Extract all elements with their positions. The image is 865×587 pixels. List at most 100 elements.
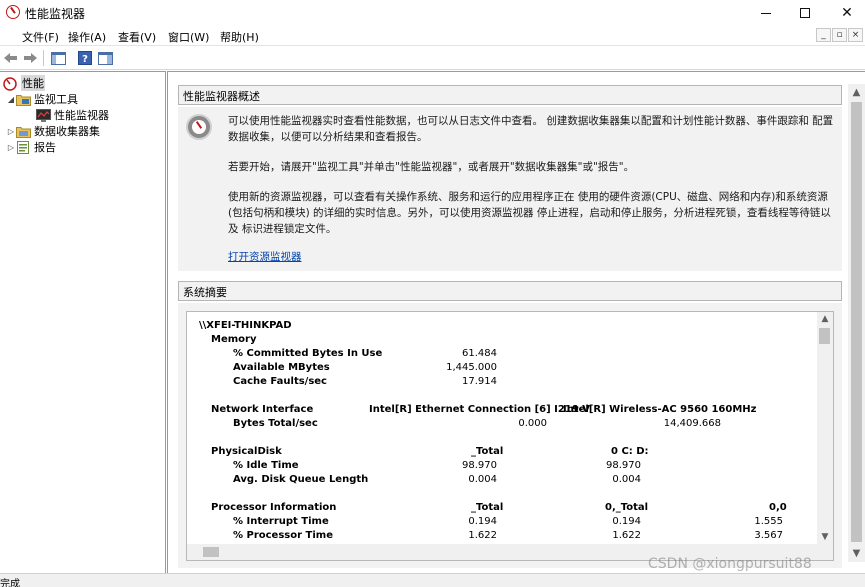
column-header: _Total [471,446,504,457]
minimize-icon [761,12,771,14]
column-header: Intel[R] Wireless-AC 9560 160MHz [563,404,757,415]
counter-value: 3.567 [754,530,783,541]
content-pane: 性能监视器概述 可以使用性能监视器实时查看性能数据，也可以从日志文件中查看。 创… [167,71,865,573]
menu-view[interactable]: 查看(V) [118,29,156,45]
overview-paragraph-3: 使用新的资源监视器，可以查看有关操作系统、服务和运行的应用程序正在 使用的硬件资… [228,191,831,235]
scroll-up-icon[interactable]: ▲ [817,312,833,326]
performance-monitor-app-icon [6,5,20,19]
counter-value: 0.004 [612,474,641,485]
close-icon: ✕ [841,5,853,21]
action-pane-icon [98,51,113,65]
console-tree-icon [51,51,66,65]
help-button[interactable]: ? [76,50,93,66]
summary-vertical-scrollbar[interactable]: ▲ ▼ [817,312,833,560]
performance-monitor-large-icon [186,114,212,140]
counter-value: 14,409.668 [663,418,721,429]
menu-help[interactable]: 帮助(H) [220,29,259,45]
performance-icon [3,76,18,91]
tree-item-monitoring-tools[interactable]: ◢ 监视工具 [6,91,78,107]
overview-panel: 可以使用性能监视器实时查看性能数据，也可以从日志文件中查看。 创建数据收集器集以… [178,107,842,271]
back-button[interactable] [2,50,19,66]
tree-label: 报告 [34,141,56,154]
scroll-up-icon[interactable]: ▲ [848,84,865,101]
mdi-restore-button[interactable]: ▫ [832,28,847,42]
mdi-controls: _ ▫ × [816,28,863,42]
minimize-button[interactable] [745,0,787,26]
counter-value: 1.622 [612,530,641,541]
tree-item-performance-monitor[interactable]: 性能监视器 [36,107,109,123]
show-action-pane-button[interactable] [97,50,114,66]
menu-action[interactable]: 操作(A) [68,29,106,45]
performance-monitor-icon [36,108,51,122]
memory-label: Memory [211,334,257,345]
menu-file[interactable]: 文件(F) [22,29,59,45]
scroll-thumb[interactable] [819,328,830,344]
column-header: 0,_Total [605,502,649,513]
window-title: 性能监视器 [25,7,86,21]
counter-value: 98.970 [606,460,641,471]
counter-value: 0.000 [518,418,547,429]
data-collector-icon [16,125,31,138]
summary-content: \\XFEI-THINKPAD Memory % Committed Bytes… [186,311,834,561]
tree-item-reports[interactable]: ▷ 报告 [6,139,56,155]
report-icon [16,140,31,154]
counter-value: 1.622 [468,530,497,541]
forward-button[interactable] [22,50,39,66]
machine-name: \\XFEI-THINKPAD [199,320,292,331]
mdi-close-button[interactable]: × [848,28,863,42]
open-resource-monitor-link[interactable]: 打开资源监视器 [228,249,302,264]
counter-name: % Committed Bytes In Use [233,348,383,359]
maximize-button[interactable] [784,0,826,26]
counter-name: % Processor Time [233,530,333,541]
counter-value: 61.484 [462,348,497,359]
counter-value: 0.194 [468,516,497,527]
tree-item-performance[interactable]: 性能 [3,75,45,91]
counter-value: 0.194 [612,516,641,527]
processor-label: Processor Information [211,502,337,513]
counter-value: 0.004 [468,474,497,485]
expanded-chevron-icon[interactable]: ◢ [6,95,16,104]
watermark: CSDN @xiongpursuit88 [648,556,812,572]
column-header: 0,0 [769,502,787,513]
show-hide-console-tree-button[interactable] [50,50,67,66]
overview-paragraph-2: 若要开始，请展开"监视工具"并单击"性能监视器"，或者展开"数据收集器集"或"报… [228,161,635,173]
counter-name: Available MBytes [233,362,330,373]
column-header: Intel[R] Ethernet Connection [6] I219-V [369,404,590,415]
overview-paragraph-1: 可以使用性能监视器实时查看性能数据，也可以从日志文件中查看。 创建数据收集器集以… [228,115,834,143]
status-bar: 完成 [0,573,865,587]
tree-label: 数据收集器集 [34,125,100,138]
counter-name: Bytes Total/sec [233,418,318,429]
counter-name: % Idle Time [233,460,299,471]
scroll-thumb[interactable] [851,102,862,542]
menu-window[interactable]: 窗口(W) [168,29,209,45]
content-vertical-scrollbar[interactable]: ▲ ▼ [848,84,865,562]
physicaldisk-label: PhysicalDisk [211,446,282,457]
tree-label: 性能 [21,75,45,91]
summary-panel: \\XFEI-THINKPAD Memory % Committed Bytes… [178,303,842,568]
mdi-minimize-button[interactable]: _ [816,28,831,42]
column-header: _Total [471,502,504,513]
counter-name: % Interrupt Time [233,516,329,527]
counter-name: Cache Faults/sec [233,376,327,387]
collapsed-chevron-icon[interactable]: ▷ [6,127,16,136]
collapsed-chevron-icon[interactable]: ▷ [6,143,16,152]
tree-label: 监视工具 [34,93,78,106]
back-arrow-icon [4,53,17,63]
scroll-thumb[interactable] [203,547,219,557]
console-tree: 性能 ◢ 监视工具 性能监视器 ▷ 数据收集器集 ▷ 报告 [0,71,166,573]
counter-value: 98.970 [462,460,497,471]
tree-item-data-collector-sets[interactable]: ▷ 数据收集器集 [6,123,100,139]
status-text: 完成 [0,579,20,587]
counter-value: 17.914 [462,376,497,387]
scroll-down-icon[interactable]: ▼ [848,545,865,562]
toolbar-separator [43,50,44,66]
network-label: Network Interface [211,404,314,415]
menu-bar: 文件(F) 操作(A) 查看(V) 窗口(W) 帮助(H) _ ▫ × [0,26,865,46]
column-header: 0 C: D: [611,446,649,457]
counter-value: 1.555 [754,516,783,527]
svg-text:?: ? [82,54,88,65]
scroll-down-icon[interactable]: ▼ [817,530,833,544]
folder-monitor-icon [16,93,31,106]
tree-label: 性能监视器 [54,109,109,122]
close-button[interactable]: ✕ [826,0,865,26]
